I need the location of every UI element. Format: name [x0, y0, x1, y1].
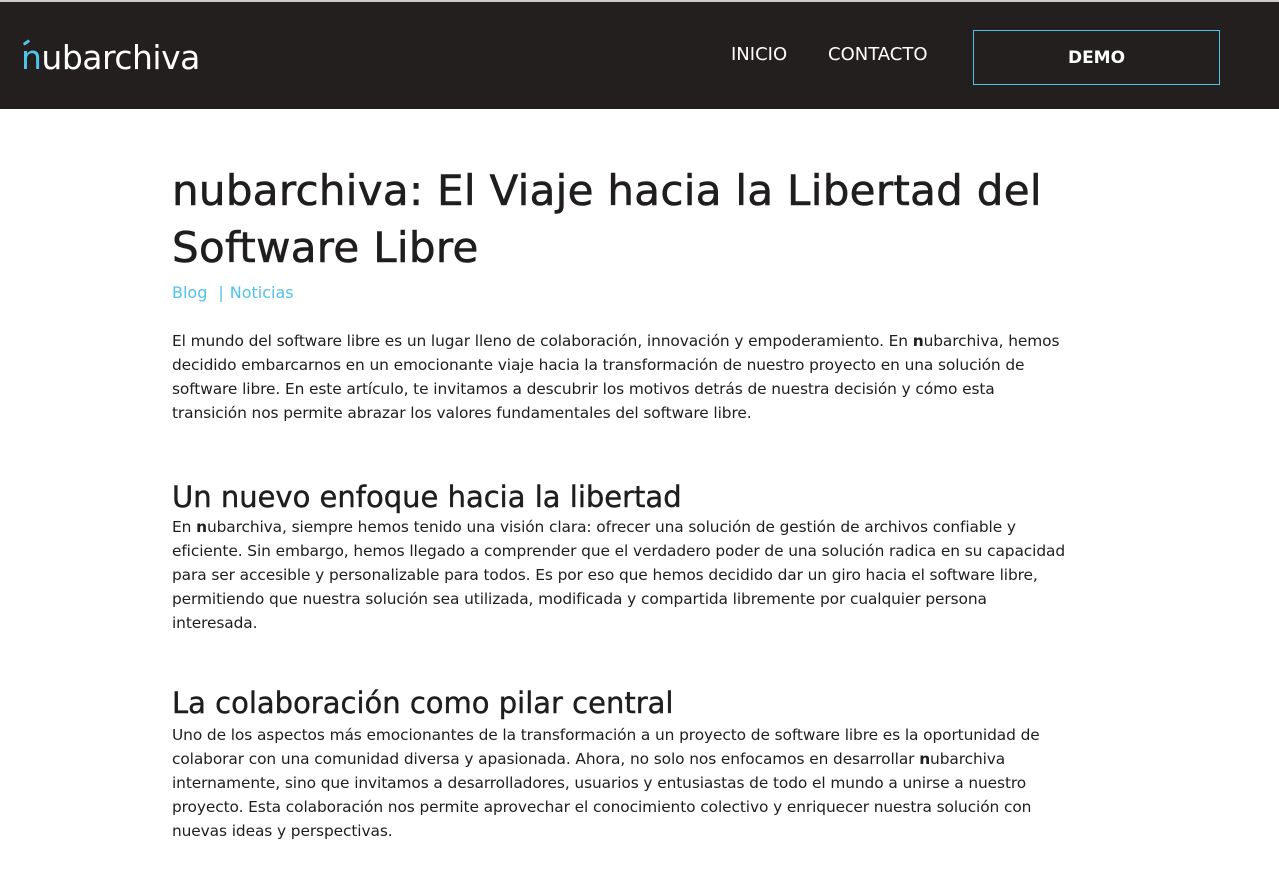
page-title: nubarchiva: El Viaje hacia la Libertad d…	[172, 166, 1042, 273]
section-text-start: Uno de los aspectos más emocionantes de …	[172, 726, 1040, 768]
section-text-end: ubarchiva, siempre hemos tenido una visi…	[172, 518, 1066, 632]
brand-letter-n: n	[912, 332, 924, 350]
category-separator: |	[218, 283, 224, 302]
section-text-start: En	[172, 518, 197, 536]
nav-contacto-link[interactable]: CONTACTO	[828, 44, 928, 65]
demo-button[interactable]: DEMO	[973, 30, 1220, 85]
section-heading-libertad: Un nuevo enfoque hacia la libertad	[172, 480, 682, 514]
intro-text-start: El mundo del software libre es un lugar …	[172, 332, 913, 350]
section-heading-colaboracion: La colaboración como pilar central	[172, 686, 674, 720]
site-header: nubarchiva INICIO CONTACTO DEMO	[0, 2, 1279, 109]
category-links: Blog | Noticias	[172, 282, 1072, 304]
section-paragraph-colaboracion: Uno de los aspectos más emocionantes de …	[172, 723, 1072, 843]
section-paragraph-libertad: En nubarchiva, siempre hemos tenido una …	[172, 515, 1072, 635]
brand-letter-n: n	[919, 750, 931, 768]
logo-wordmark: ubarchiva	[41, 38, 200, 77]
intro-paragraph: El mundo del software libre es un lugar …	[172, 329, 1072, 425]
nav-inicio-link[interactable]: INICIO	[731, 44, 787, 65]
nubarchiva-logo[interactable]: nubarchiva	[21, 38, 200, 78]
brand-letter-n: n	[196, 518, 207, 536]
article-content: nubarchiva: El Viaje hacia la Libertad d…	[172, 109, 1072, 843]
category-link-noticias[interactable]: Noticias	[230, 283, 294, 302]
category-link-blog[interactable]: Blog	[172, 283, 207, 302]
